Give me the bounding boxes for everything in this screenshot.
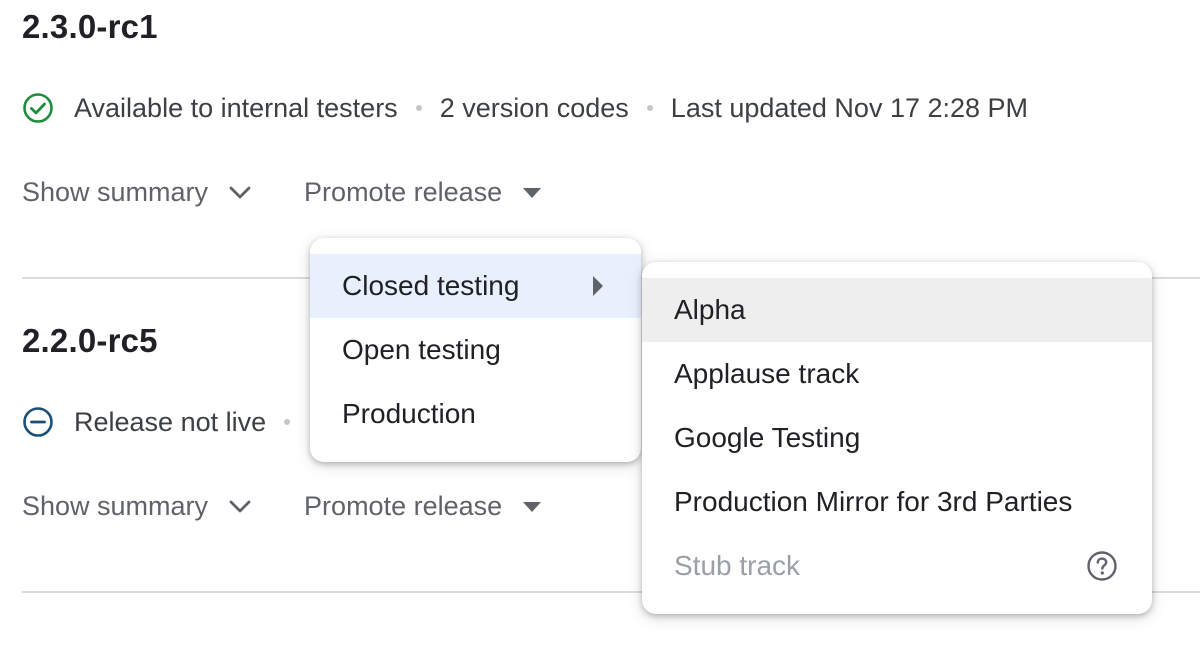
menu-item-label: Open testing (342, 334, 501, 365)
promote-release-label: Promote release (304, 177, 503, 207)
submenu-item-alpha[interactable]: Alpha (642, 278, 1152, 342)
separator-dot (415, 105, 422, 111)
last-updated-text: Last updated Nov 17 2:28 PM (670, 92, 1029, 123)
menu-item-closed-testing[interactable]: Closed testing (310, 254, 641, 318)
submenu-item-label: Alpha (674, 294, 746, 325)
promote-release-menu: Closed testing Open testing Production (310, 238, 641, 462)
release-actions-row: Show summary Promote release (22, 491, 542, 522)
separator-dot (284, 419, 291, 425)
chevron-down-icon (228, 185, 252, 201)
release-status-row: Available to internal testers 2 version … (22, 92, 1028, 124)
promote-release-label: Promote release (304, 491, 503, 521)
show-summary-label: Show summary (22, 177, 209, 207)
submenu-item-applause-track[interactable]: Applause track (642, 342, 1152, 406)
menu-item-label: Closed testing (342, 270, 520, 301)
show-summary-button[interactable]: Show summary (22, 491, 252, 522)
chevron-down-icon (228, 499, 252, 515)
releases-page: 2.3.0-rc1 Available to internal testers … (0, 0, 1200, 668)
dropdown-arrow-icon (522, 187, 542, 199)
release-status-text: Available to internal testers (74, 92, 398, 123)
show-summary-label: Show summary (22, 491, 209, 521)
submenu-item-production-mirror[interactable]: Production Mirror for 3rd Parties (642, 470, 1152, 534)
minus-circle-icon (22, 406, 54, 438)
release-version-title: 2.3.0-rc1 (22, 8, 158, 45)
check-circle-icon (22, 92, 54, 124)
menu-item-production[interactable]: Production (310, 382, 641, 446)
promote-release-button[interactable]: Promote release (304, 177, 542, 208)
show-summary-button[interactable]: Show summary (22, 177, 252, 208)
promote-release-button[interactable]: Promote release (304, 491, 542, 522)
release-version-title: 2.2.0-rc5 (22, 322, 158, 359)
menu-item-label: Production (342, 398, 476, 429)
help-icon[interactable] (1086, 550, 1118, 582)
closed-testing-submenu: Alpha Applause track Google Testing Prod… (642, 262, 1152, 614)
chevron-right-icon (593, 276, 603, 296)
submenu-item-stub-track: Stub track (642, 534, 1152, 598)
release-status-row: Release not live (22, 406, 308, 438)
submenu-item-google-testing[interactable]: Google Testing (642, 406, 1152, 470)
menu-item-open-testing[interactable]: Open testing (310, 318, 641, 382)
separator-dot (646, 105, 653, 111)
submenu-item-label: Google Testing (674, 422, 861, 453)
version-codes-text: 2 version codes (439, 92, 629, 123)
release-actions-row: Show summary Promote release (22, 177, 542, 208)
submenu-item-label: Applause track (674, 358, 860, 389)
submenu-item-label: Production Mirror for 3rd Parties (674, 486, 1073, 517)
dropdown-arrow-icon (522, 501, 542, 513)
release-status-text: Release not live (74, 406, 267, 437)
submenu-item-label: Stub track (674, 550, 801, 581)
